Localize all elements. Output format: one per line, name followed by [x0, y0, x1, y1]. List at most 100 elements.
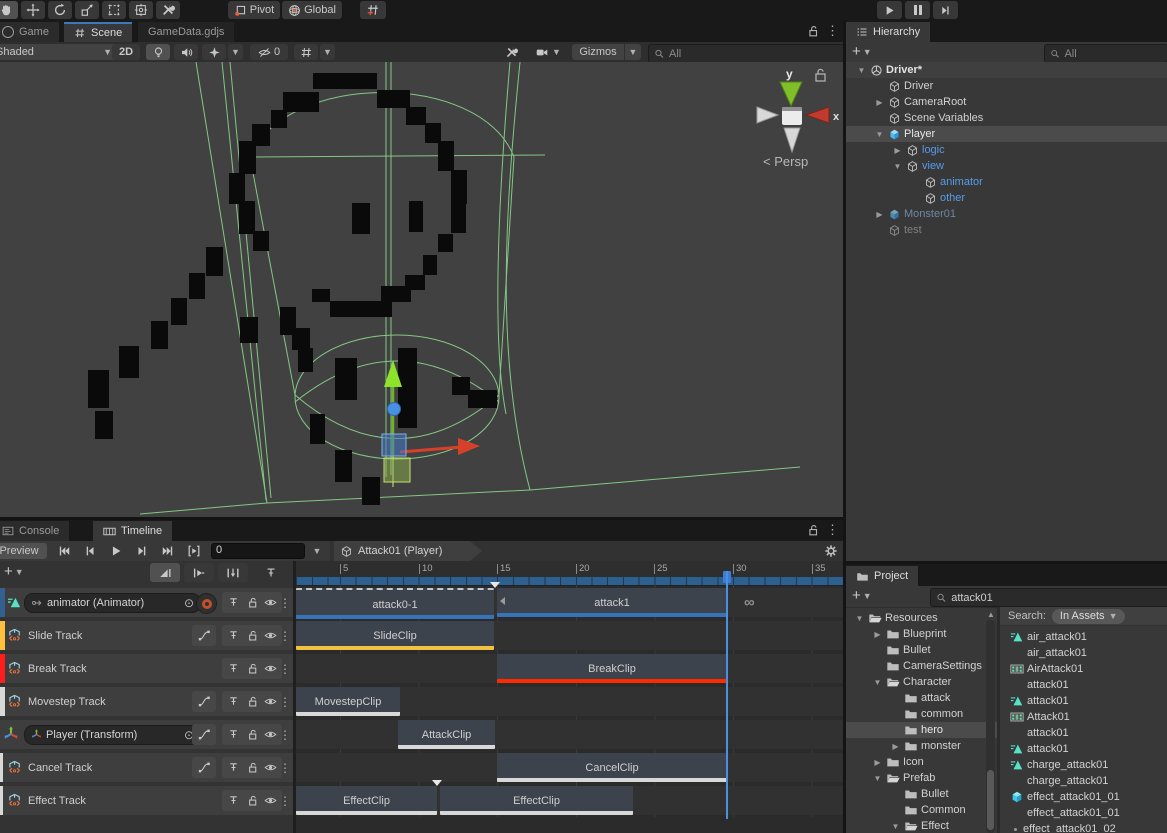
track-kebab[interactable]: ⋮	[279, 654, 291, 683]
pin-icon[interactable]	[227, 596, 240, 609]
foldout-arrow[interactable]: ▼	[874, 130, 885, 139]
curves-button[interactable]	[192, 757, 216, 778]
object-picker-icon[interactable]: ⊙	[184, 597, 194, 609]
player-object-field[interactable]: Player (Transform) ⊙	[24, 725, 201, 745]
pin-icon[interactable]	[227, 728, 240, 741]
hierarchy-row-player-selected[interactable]: ▼ Player	[846, 126, 1167, 142]
hierarchy-row-scene[interactable]: ▼ Driver*	[846, 62, 1167, 78]
tab-scene[interactable]: Scene	[64, 22, 132, 42]
grid-snap-button[interactable]	[360, 1, 386, 19]
project-tree-row-selected[interactable]: hero	[846, 722, 997, 738]
clip-break[interactable]: BreakClip	[497, 654, 727, 683]
search-scope-pill[interactable]: In Assets▼	[1052, 609, 1126, 624]
grid-dropdown[interactable]: ▼	[320, 44, 335, 60]
down-axis-cone[interactable]	[784, 128, 800, 152]
result-row[interactable]: attack01	[1000, 725, 1167, 741]
orientation-gizmo[interactable]: y x < Persp	[757, 67, 840, 169]
custom-tool-button[interactable]	[156, 1, 180, 19]
lock-icon[interactable]	[246, 794, 259, 807]
hierarchy-add-button[interactable]: +▼	[852, 45, 872, 58]
project-tree-row[interactable]: common	[846, 706, 997, 722]
timeline-clips-area[interactable]: 5 10 15 20 25 30 35 attack0-1	[296, 561, 843, 833]
timeline-play-button[interactable]	[104, 543, 127, 559]
mix-mode-button[interactable]	[150, 563, 180, 582]
timeline-add-button[interactable]: +▼	[4, 565, 24, 579]
pivot-toggle[interactable]: Pivot	[228, 1, 280, 19]
result-row[interactable]: attack01	[1000, 741, 1167, 757]
timeline-marker[interactable]	[432, 780, 442, 786]
foldout-arrow[interactable]: ▶	[892, 146, 903, 155]
project-search-input[interactable]	[951, 592, 1164, 604]
result-row[interactable]: effect_attack01_02	[1000, 821, 1167, 833]
clip-attack1[interactable]: attack1	[497, 588, 727, 617]
tab-gamedata[interactable]: GameData.gdjs	[138, 22, 234, 42]
track-header-slide[interactable]: Slide Track ⋮	[0, 621, 293, 650]
project-tree-row[interactable]: ▶ Icon	[846, 754, 997, 770]
scene-search-input[interactable]	[669, 48, 838, 60]
foldout-arrow[interactable]: ▶	[890, 742, 901, 751]
prev-frame-button[interactable]	[78, 543, 101, 559]
clip-effect-1[interactable]: EffectClip	[296, 786, 437, 815]
foldout-arrow[interactable]: ▼	[890, 822, 901, 831]
foldout-arrow[interactable]: ▼	[872, 774, 883, 783]
scene-viewport-canvas[interactable]: y x < Persp	[0, 62, 843, 517]
track-header-effect[interactable]: Effect Track ⋮	[0, 786, 293, 815]
scene-search-field[interactable]	[648, 44, 844, 63]
result-row[interactable]: Attack01	[1000, 709, 1167, 725]
track-header-cancel[interactable]: Cancel Track ⋮	[0, 753, 293, 782]
timeline-menu-kebab[interactable]: ⋮	[826, 522, 839, 538]
project-add-button[interactable]: +▼	[852, 589, 872, 602]
track-kebab[interactable]: ⋮	[279, 753, 291, 782]
hierarchy-row[interactable]: animator	[846, 174, 1167, 190]
replace-mode-button[interactable]	[218, 563, 248, 582]
foldout-arrow[interactable]: ▼	[892, 162, 903, 171]
project-tree-row[interactable]: ▶ monster	[846, 738, 997, 754]
project-tree-row[interactable]: CameraSettings	[846, 658, 997, 674]
play-range-button[interactable]	[182, 543, 205, 559]
hierarchy-row[interactable]: ▶ Monster01	[846, 206, 1167, 222]
record-button[interactable]	[196, 593, 217, 614]
tab-console[interactable]: Console	[0, 521, 69, 541]
project-search-field[interactable]	[930, 588, 1167, 607]
scene-tools-button[interactable]	[498, 44, 524, 60]
scene-lock-icon[interactable]	[806, 24, 820, 38]
frame-field[interactable]	[211, 543, 305, 559]
lock-icon[interactable]	[246, 629, 259, 642]
lock-icon[interactable]	[246, 662, 259, 675]
pin-icon[interactable]	[227, 662, 240, 675]
x-axis-cone[interactable]	[806, 107, 829, 123]
result-row[interactable]: AirAttack01	[1000, 661, 1167, 677]
next-frame-button[interactable]	[130, 543, 153, 559]
foldout-arrow[interactable]: ▶	[872, 630, 883, 639]
hidden-objects-toggle[interactable]: 0	[250, 44, 288, 60]
timeline-marker[interactable]	[490, 582, 500, 588]
foldout-arrow[interactable]: ▶	[874, 98, 885, 107]
move-tool-button[interactable]	[21, 1, 45, 19]
hierarchy-row[interactable]: ▶ logic	[846, 142, 1167, 158]
project-tree-row[interactable]: ▼ Resources	[846, 610, 997, 626]
hierarchy-search-field[interactable]	[1044, 44, 1167, 63]
project-tree-row[interactable]: ▶ Blueprint	[846, 626, 997, 642]
pin-icon[interactable]	[227, 695, 240, 708]
animator-object-field[interactable]: animator (Animator) ⊙	[24, 593, 201, 613]
audio-toggle[interactable]	[174, 44, 198, 60]
scrollbar-thumb[interactable]	[987, 770, 994, 830]
free-move-handle[interactable]	[388, 403, 401, 416]
play-button[interactable]	[877, 1, 902, 19]
clip-cancel[interactable]: CancelClip	[497, 753, 727, 782]
ripple-mode-button[interactable]	[184, 563, 214, 582]
eye-icon[interactable]	[264, 761, 277, 774]
timeline-ruler[interactable]: 5 10 15 20 25 30 35	[296, 561, 843, 586]
track-kebab[interactable]: ⋮	[279, 720, 291, 749]
step-button[interactable]	[933, 1, 958, 19]
marker-track-toggle[interactable]	[256, 563, 286, 582]
goto-end-button[interactable]	[156, 543, 179, 559]
clip-effect-2[interactable]: EffectClip	[440, 786, 633, 815]
result-row[interactable]: charge_attack01	[1000, 757, 1167, 773]
tab-hierarchy[interactable]: Hierarchy	[846, 22, 930, 42]
track-kebab[interactable]: ⋮	[279, 588, 291, 617]
persp-label[interactable]: < Persp	[763, 154, 808, 169]
eye-icon[interactable]	[264, 629, 277, 642]
frame-input[interactable]	[212, 544, 304, 556]
project-tree-row[interactable]: Bullet	[846, 642, 997, 658]
